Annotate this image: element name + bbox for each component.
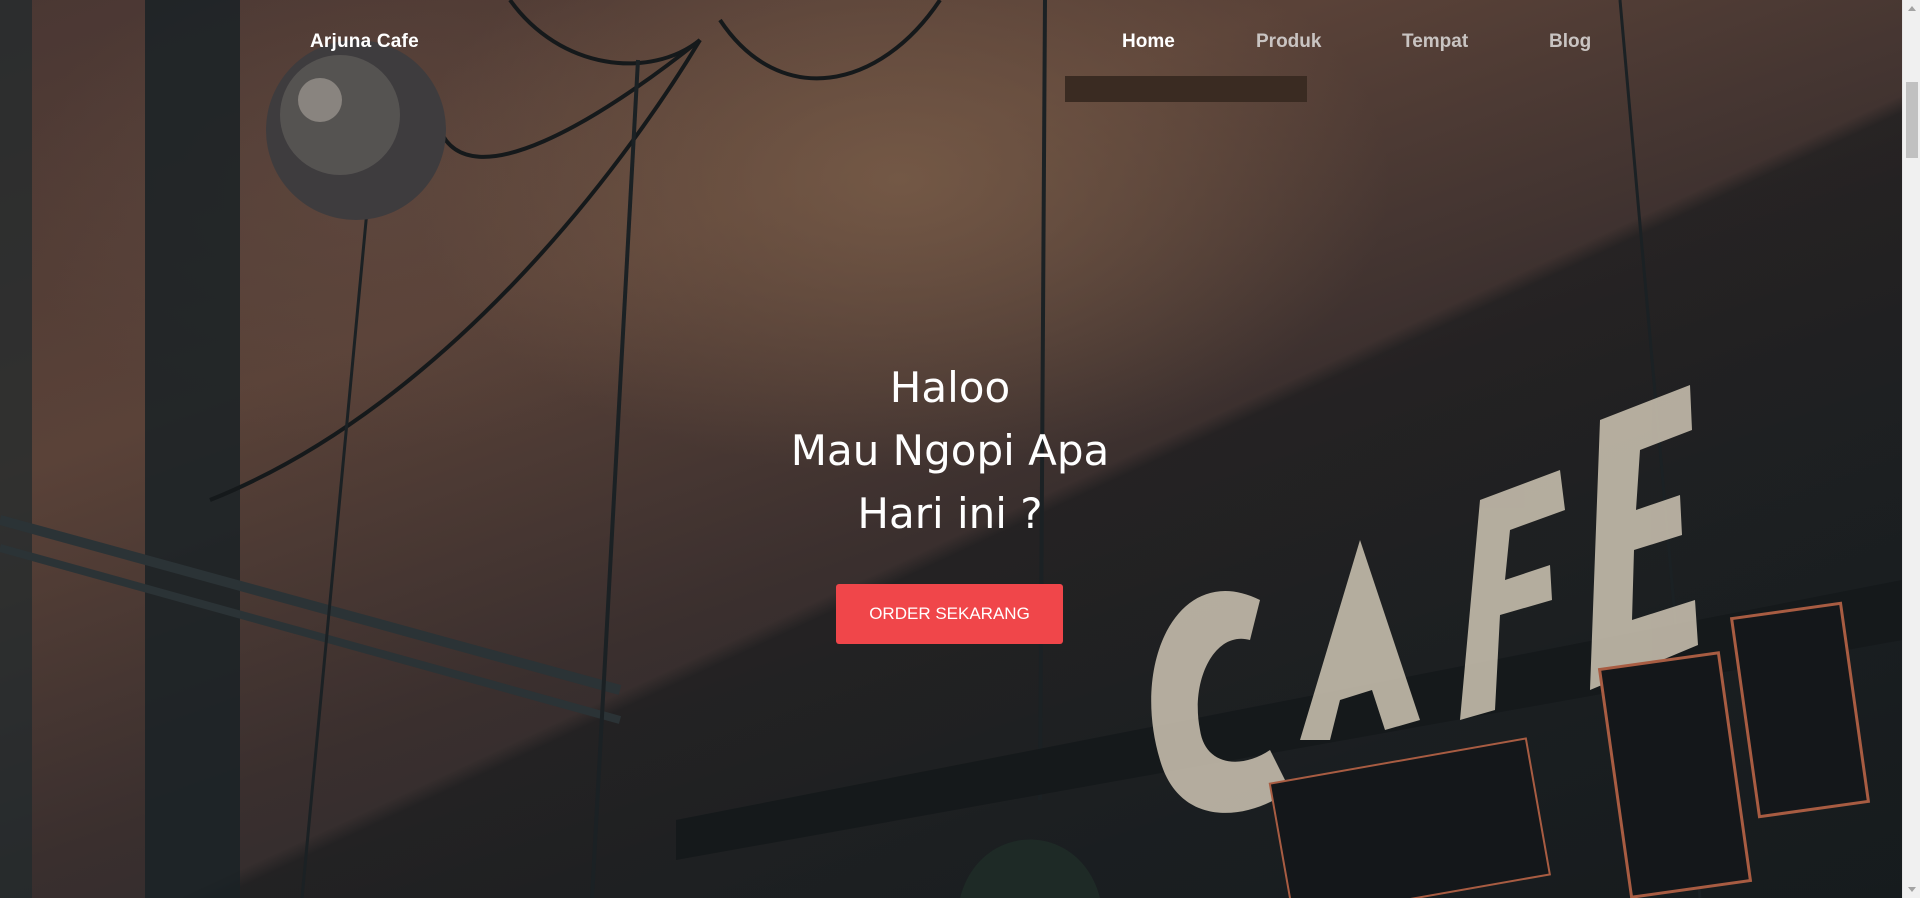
headline-line-1: Haloo xyxy=(889,363,1011,412)
nav-active-indicator xyxy=(1065,76,1307,102)
scroll-down-arrow-icon[interactable] xyxy=(1908,887,1916,892)
page-scrollbar[interactable] xyxy=(1902,0,1920,898)
headline-line-3: Hari ini ? xyxy=(857,489,1043,538)
brand-logo[interactable]: Arjuna Cafe xyxy=(310,31,419,53)
nav-item-tempat[interactable]: Tempat xyxy=(1402,31,1482,53)
headline-line-2: Mau Ngopi Apa xyxy=(790,426,1110,475)
hero-headline: Haloo Mau Ngopi Apa Hari ini ? xyxy=(700,356,1200,545)
scroll-up-arrow-icon[interactable] xyxy=(1908,6,1916,11)
nav-item-produk[interactable]: Produk xyxy=(1256,31,1336,53)
nav-item-home[interactable]: Home xyxy=(1122,31,1202,53)
order-now-button[interactable]: ORDER SEKARANG xyxy=(836,584,1063,644)
scrollbar-thumb[interactable] xyxy=(1906,82,1918,158)
nav-item-blog[interactable]: Blog xyxy=(1549,31,1629,53)
